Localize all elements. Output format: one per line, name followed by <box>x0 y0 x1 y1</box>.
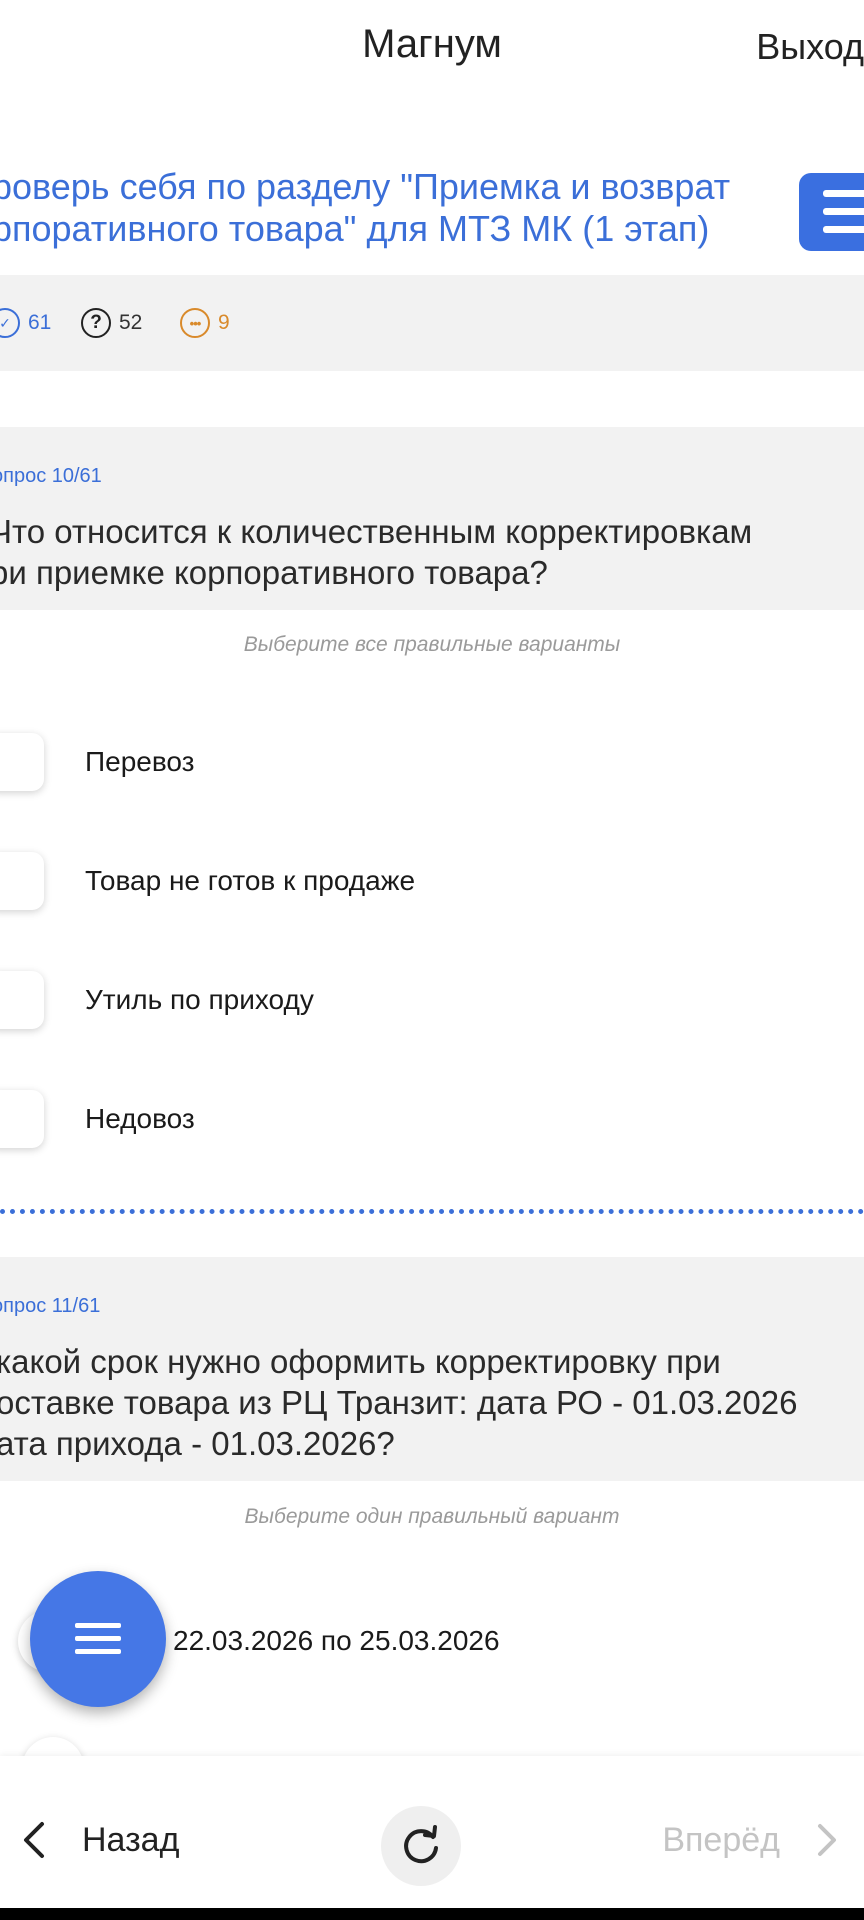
question-text-line1: Что относится к количественным корректир… <box>0 513 753 550</box>
chevron-right-icon <box>818 1824 836 1856</box>
question-card: опрос 10/61 Что относится к количественн… <box>0 427 864 610</box>
option-label[interactable]: Недовоз <box>85 1103 195 1135</box>
question-circle-icon: ? <box>81 308 111 338</box>
question-card: опрос 11/61 какой срок нужно оформить ко… <box>0 1257 864 1481</box>
back-button[interactable]: Назад <box>14 1818 179 1862</box>
question-text-line2: ри приемке корпоративного товара? <box>0 554 548 591</box>
test-title-line2: рпоративного товара" для МТЗ МК (1 этап) <box>0 208 710 249</box>
forward-label: Вперёд <box>662 1820 780 1859</box>
stat-answered-value: 9 <box>218 311 230 334</box>
question-text: Что относится к количественным корректир… <box>0 511 752 593</box>
chevron-left-icon <box>24 1822 44 1858</box>
refresh-icon <box>404 1825 438 1864</box>
option-checkbox[interactable] <box>0 971 44 1029</box>
logout-button[interactable]: Выход <box>756 26 864 68</box>
app-title: Магнум <box>362 22 502 66</box>
question-number: опрос 10/61 <box>0 465 102 487</box>
question-text: какой срок нужно оформить корректировку … <box>0 1341 797 1464</box>
question-divider <box>0 1209 864 1214</box>
back-label: Назад <box>82 1820 180 1859</box>
menu-button[interactable] <box>799 173 864 251</box>
dots-circle-icon: ••• <box>180 308 210 338</box>
question-text-line3: ата прихода - 01.03.2026? <box>0 1425 395 1462</box>
stat-answered[interactable]: ••• 9 <box>180 308 230 338</box>
option-label[interactable]: Товар не готов к продаже <box>85 865 415 897</box>
check-circle-icon: ✓ <box>0 308 20 338</box>
option-checkbox[interactable] <box>0 1090 44 1148</box>
question-list-fab[interactable] <box>30 1571 166 1707</box>
option-label[interactable]: Перевоз <box>85 746 195 778</box>
option-label[interactable]: Утиль по приходу <box>85 984 314 1016</box>
question-text-line2: оставке товара из РЦ Транзит: дата РО - … <box>0 1384 798 1421</box>
option-checkbox[interactable] <box>0 852 44 910</box>
answer-hint: Выберите все правильные варианты <box>243 633 621 656</box>
bottom-nav: Назад Вперёд <box>0 1756 864 1908</box>
refresh-button[interactable] <box>381 1806 461 1886</box>
option-checkbox[interactable] <box>0 733 44 791</box>
question-number: опрос 11/61 <box>0 1295 101 1317</box>
stat-total[interactable]: ✓ 61 <box>0 308 51 338</box>
forward-button[interactable]: Вперёд <box>662 1818 844 1862</box>
stat-unanswered-value: 52 <box>119 311 143 334</box>
stat-unanswered[interactable]: ? 52 <box>81 308 142 338</box>
stats-bar: ✓ 61 ? 52 ••• 9 <box>0 275 864 371</box>
question-text-line1: какой срок нужно оформить корректировку … <box>0 1343 721 1380</box>
option-label[interactable]: 22.03.2026 по 25.03.2026 <box>173 1625 500 1657</box>
test-title-line1: роверь себя по разделу "Приемка и возвра… <box>0 166 731 207</box>
system-navigation-bar <box>0 1908 864 1920</box>
answer-hint: Выберите один правильный вариант <box>244 1505 620 1528</box>
test-title: роверь себя по разделу "Приемка и возвра… <box>0 166 772 250</box>
stat-total-value: 61 <box>28 311 52 334</box>
